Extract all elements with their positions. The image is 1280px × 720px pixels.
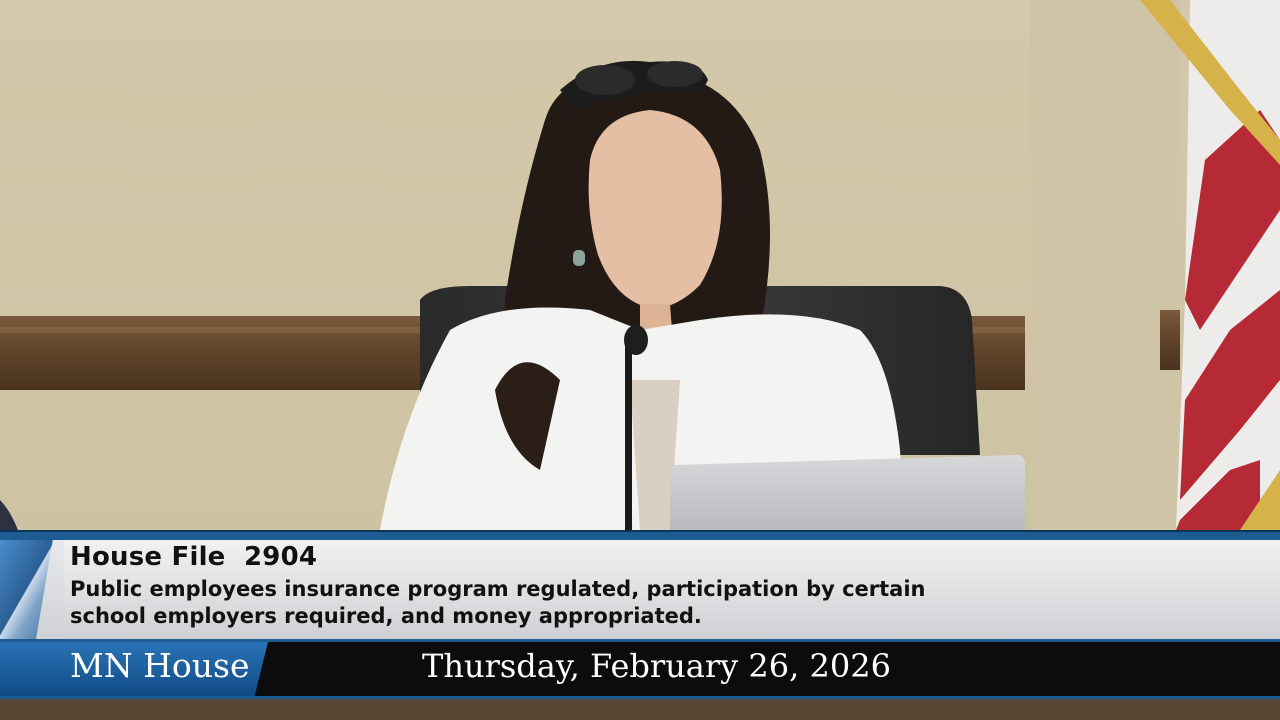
corner-accent: [0, 540, 64, 639]
laptop: [670, 455, 1025, 530]
footer-bar: MN House Thursday, February 26, 2026: [0, 639, 1280, 699]
bill-title: House File 2904: [70, 542, 318, 572]
broadcast-date: Thursday, February 26, 2026: [422, 647, 891, 685]
bill-summary: Public employees insurance program regul…: [70, 577, 926, 628]
lower-third-graphic: House File 2904 Public employees insuran…: [0, 530, 1280, 720]
desk-edge: [0, 699, 1280, 720]
channel-name: MN House: [70, 646, 250, 685]
